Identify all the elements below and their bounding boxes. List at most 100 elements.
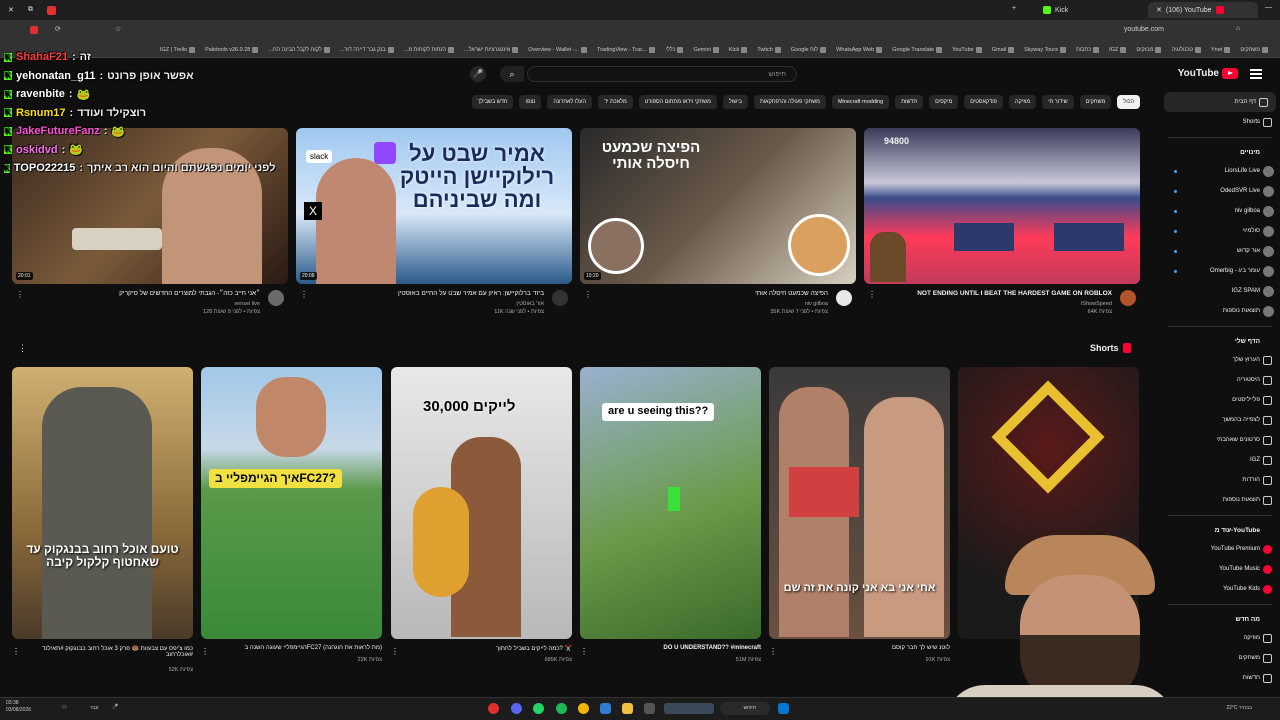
bookmark-item[interactable]: Google Translate (892, 46, 943, 53)
sidebar-item[interactable]: פלייליסטים (1160, 390, 1280, 410)
filter-chip[interactable]: חדשות (895, 95, 924, 109)
weather-widget[interactable]: 22°C בבהיר (1226, 705, 1252, 711)
url-text[interactable]: youtube.com (1124, 26, 1164, 33)
short-title[interactable]: כמו צ'יפס עם צבעוות 🍩 פרק 3 אוכל רחוב בב… (23, 645, 193, 658)
sidebar-item[interactable]: סולמיוי (1160, 221, 1280, 241)
clock[interactable]: 03:38 03/08/2026 (6, 700, 31, 714)
channel-avatar[interactable] (268, 290, 284, 306)
bookmark-item[interactable]: משחקים (1240, 46, 1268, 53)
channel-avatar[interactable] (836, 290, 852, 306)
video-thumbnail[interactable]: אמיר שבט על רילוקיישן הייטק ומה שביניהם … (296, 128, 572, 284)
sidebar-item[interactable]: OdedSVR Live (1160, 181, 1280, 201)
network-icon[interactable]: ▭ (62, 704, 67, 710)
bookmark-item[interactable]: WhatsApp Web (836, 46, 883, 53)
windows-start-icon[interactable] (778, 703, 789, 714)
discord-icon[interactable] (511, 703, 522, 714)
sidebar-section-title[interactable]: מינויים (1160, 143, 1280, 161)
bookmark-item[interactable]: Gemini (693, 46, 719, 53)
channel-avatar[interactable] (1120, 290, 1136, 306)
filter-chip[interactable]: בישול (722, 95, 748, 109)
bookmark-item[interactable]: Skyway Tours (1024, 46, 1066, 53)
filter-chip[interactable]: מיקסים (929, 95, 959, 109)
short-thumbnail[interactable]: 30,000 לייקים (391, 367, 572, 639)
bookmark-item[interactable]: IGZ (1109, 46, 1127, 53)
chrome-icon[interactable] (578, 703, 589, 714)
filter-chip[interactable]: נצפו (519, 95, 542, 109)
sidebar-item[interactable]: Omerbig - עומר ביג (1160, 261, 1280, 281)
sidebar-item[interactable]: היסטוריה (1160, 370, 1280, 390)
more-options-icon[interactable]: ⋮ (12, 647, 20, 656)
video-thumbnail[interactable]: הפיצה שכמעט חיסלה אותי 10:20 (580, 128, 856, 284)
sidebar-item[interactable]: דף הבית (1164, 92, 1276, 112)
filter-chip[interactable]: חדש בשבילך (471, 95, 514, 109)
sidebar-item[interactable]: Shorts (1160, 112, 1280, 132)
filter-chip[interactable]: מוזיקה (1009, 95, 1037, 109)
bookmark-item[interactable]: ...אינטגרציות ישראל (464, 46, 519, 53)
spotify-icon[interactable] (556, 703, 567, 714)
short-card[interactable]: are u seeing this?? DO U UNDERSTAND?? #m… (580, 367, 761, 663)
bookmark-item[interactable]: ...בנק גבר דיירה דור (340, 46, 394, 53)
bookmark-item[interactable]: טכנולוגיה (1171, 46, 1202, 53)
more-options-icon[interactable]: ⋮ (201, 647, 209, 656)
bookmark-item[interactable]: ...לקוח לקבל הבינה הח (268, 46, 330, 53)
short-card[interactable]: 30,000 לייקים כמה לייקים בשביל לחתוך? ✂️… (391, 367, 572, 663)
new-tab-icon[interactable]: + (1012, 5, 1016, 12)
app-icon[interactable] (600, 703, 611, 714)
sidebar-item[interactable]: IGZ (1160, 450, 1280, 470)
video-card[interactable]: הפיצה שכמעט חיסלה אותי 10:20 הפיצה שכמעט… (580, 128, 856, 320)
app-preview[interactable] (664, 703, 714, 714)
app-icon[interactable] (644, 703, 655, 714)
back-icon[interactable]: ⧉ (28, 6, 33, 14)
microphone-icon[interactable]: 🎤 (470, 66, 486, 82)
bookmark-item[interactable]: YouTube (952, 46, 982, 53)
video-title[interactable]: ביזד ברלוקיישן: ראיון עם אמיר שבט על החי… (398, 290, 544, 297)
bookmark-item[interactable]: כתבות (1076, 46, 1100, 53)
short-title[interactable]: DO U UNDERSTAND?? #minecraft (591, 645, 761, 651)
bookmark-item[interactable]: כללי (665, 46, 684, 53)
app-icon[interactable] (488, 703, 499, 714)
more-options-icon[interactable]: ⋮ (391, 647, 399, 656)
sidebar-item[interactable]: niv gilboa (1160, 201, 1280, 221)
video-title[interactable]: NOT ENDING UNTIL I BEAT THE HARDEST GAME… (917, 290, 1112, 297)
short-thumbnail[interactable]: איך הגיימפליי בFC27? (201, 367, 382, 639)
channel-name[interactable]: אור באוסטין (516, 301, 544, 307)
tab-youtube[interactable]: ✕ (106) YouTube (1148, 2, 1258, 18)
filter-chip[interactable]: פודקאסטים (964, 95, 1004, 109)
bookmark-item[interactable]: Twitch (757, 46, 781, 53)
bookmark-item[interactable]: Gmail (992, 46, 1015, 53)
short-thumbnail[interactable]: are u seeing this?? (580, 367, 761, 639)
bookmark-item[interactable]: Google לוח (791, 46, 827, 53)
more-options-icon[interactable]: ⋮ (300, 290, 308, 299)
whatsapp-icon[interactable] (533, 703, 544, 714)
video-card[interactable]: אמיר שבט על רילוקיישן הייטק ומה שביניהם … (296, 128, 572, 320)
language-indicator[interactable]: עבר (90, 705, 99, 711)
more-options-icon[interactable]: ⋮ (769, 647, 777, 656)
filter-chip[interactable]: משחקים (1079, 95, 1112, 109)
channel-name[interactable]: IShowSpeed (1081, 301, 1112, 307)
tab-search-icon[interactable] (46, 5, 56, 15)
filter-chip[interactable]: משחקי פעולה והרפתקאות (753, 95, 826, 109)
microphone-icon[interactable]: 🎤 (112, 704, 118, 710)
bookmark-item[interactable]: Ynet (1211, 46, 1231, 53)
short-card[interactable]: טועם אוכל רחוב בבנגקוק עד שאחטוף קלקול ק… (12, 367, 193, 673)
hamburger-icon[interactable] (1250, 69, 1262, 79)
sidebar-item[interactable]: תוצאות נוספות (1160, 490, 1280, 510)
menu-icon[interactable]: ✕ (8, 6, 14, 14)
short-title[interactable]: כמה לייקים בשביל לחתוך? ✂️ (402, 645, 572, 652)
home-icon[interactable]: ⌂ (1236, 25, 1240, 32)
sidebar-section-title[interactable]: הדף שלי (1160, 332, 1280, 350)
filter-chip[interactable]: העלו לאחרונה (547, 95, 592, 109)
bookmark-item[interactable]: מבזקים (1136, 46, 1162, 53)
bookmark-item[interactable]: Overview - Wallet -... (528, 46, 588, 53)
sidebar-item[interactable]: LiorsLife Live (1160, 161, 1280, 181)
close-icon[interactable]: ✕ (1156, 6, 1162, 14)
bookmark-item[interactable]: Kick (729, 46, 748, 53)
channel-name[interactable]: sensei live (234, 301, 260, 307)
address-bar[interactable]: youtube.com ⟳ ☆ ⌂ (0, 20, 1280, 42)
filter-chip[interactable]: משחקי וידאו מתחום הספורט (638, 95, 717, 109)
sidebar-item[interactable]: אור קדוש (1160, 241, 1280, 261)
folder-icon[interactable] (622, 703, 633, 714)
filter-chip[interactable]: מלאכת יד (597, 95, 633, 109)
more-options-icon[interactable]: ⋮ (580, 647, 588, 656)
short-title[interactable]: הגיימפליי שעוגה השנה בFC27 (מת לראות את … (212, 645, 382, 651)
